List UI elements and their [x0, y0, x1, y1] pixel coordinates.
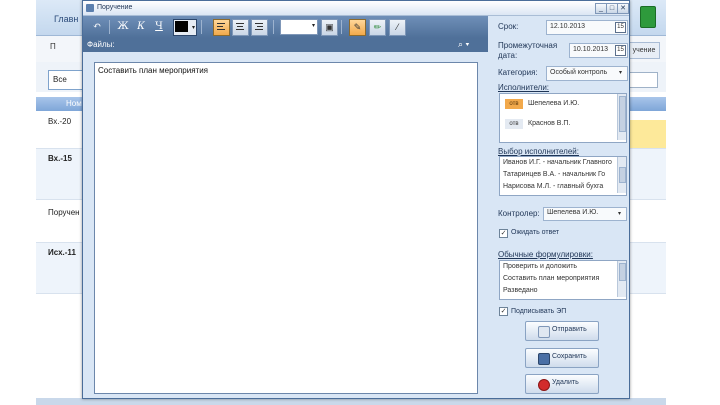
executors-label: Исполнители: — [498, 83, 550, 92]
scrollbar[interactable] — [617, 261, 626, 297]
list-item[interactable]: Шепелева И.Ю. — [528, 100, 579, 107]
deadline-label: Срок: — [498, 22, 519, 31]
save-button[interactable]: Сохранить — [525, 348, 599, 368]
delete-button[interactable]: Удалить — [525, 374, 599, 394]
scrollbar[interactable] — [617, 157, 626, 193]
deadline-date-field[interactable]: 12.10.2013 15 — [546, 20, 628, 35]
pick-executors-label: Выбор исполнителей: — [498, 147, 579, 156]
interim-date-field[interactable]: 10.10.2013 15 — [569, 43, 628, 58]
italic-button[interactable]: К — [133, 19, 149, 34]
phrases-label: Обычные формулировки: — [498, 250, 593, 259]
chevron-down-icon: ▾ — [618, 211, 622, 217]
list-item[interactable]: Составить план мероприятия — [503, 275, 599, 282]
responsible-tag[interactable]: отв — [505, 119, 523, 129]
files-bar: Файлы: ⌕ ▾ — [83, 38, 488, 52]
app-toolbar-button[interactable]: П — [50, 42, 56, 51]
chevron-down-icon: ▾ — [311, 23, 315, 29]
chevron-down-icon: ▾ — [619, 70, 623, 76]
list-item[interactable]: Нарисова М.Л. - главный бухга — [503, 183, 603, 190]
dialog-titlebar: Поручение _ □ ✕ — [83, 1, 629, 16]
format-toolbar: ↶ Ж К Ч ▾ ▾ ▣ ✎ ✏ ⁄ — [83, 16, 488, 38]
align-center-button[interactable] — [232, 19, 249, 36]
calendar-icon[interactable]: 15 — [615, 45, 626, 56]
files-label: Файлы: — [87, 40, 115, 49]
color-swatch — [175, 21, 188, 32]
paperclip-icon[interactable]: ⌕ ▾ — [458, 39, 469, 50]
eraser-icon[interactable]: ✎ — [349, 19, 366, 36]
controller-select[interactable]: Шепелева И.Ю. ▾ — [543, 207, 627, 221]
calendar-icon[interactable]: 15 — [615, 22, 626, 33]
row-highlight — [628, 120, 666, 148]
toolbar-separator — [341, 20, 342, 34]
phrases-list[interactable]: Проверить и доложить Составить план меро… — [499, 260, 627, 300]
scrollbar[interactable] — [617, 94, 626, 140]
app-title: Главн — [54, 14, 79, 24]
floppy-icon — [538, 353, 550, 365]
assignment-dialog: Поручение _ □ ✕ ↶ Ж К Ч ▾ ▾ ▣ ✎ ✏ ⁄ Файл… — [82, 0, 630, 399]
sign-checkbox[interactable]: ✓ — [499, 307, 508, 316]
deadline-date-value: 12.10.2013 — [550, 23, 586, 30]
align-left-button[interactable] — [213, 19, 230, 36]
app-icon — [86, 4, 94, 12]
eyedropper-icon[interactable]: ⁄ — [389, 19, 406, 36]
send-button[interactable]: Отправить — [525, 321, 599, 341]
category-value: Особый контроль — [550, 69, 608, 76]
interim-date-value: 10.10.2013 — [573, 46, 609, 53]
toolbar-separator — [109, 20, 110, 34]
bold-button[interactable]: Ж — [115, 19, 131, 34]
list-item[interactable]: Проверить и доложить — [503, 263, 577, 270]
category-select[interactable]: Особый контроль ▾ — [546, 66, 628, 81]
font-size-combo[interactable]: ▾ — [280, 19, 318, 35]
exit-icon[interactable] — [640, 6, 656, 28]
controller-value: Шепелева И.Ю. — [547, 209, 599, 216]
list-item[interactable]: Краснов В.П. — [528, 120, 570, 127]
await-answer-checkbox[interactable]: ✓ — [499, 229, 508, 238]
underline-button[interactable]: Ч — [151, 19, 167, 34]
toolbar-separator — [273, 20, 274, 34]
editor-text: Составить план мероприятия — [98, 66, 209, 75]
list-item[interactable]: Иванов И.Г. - начальник Главного — [503, 159, 612, 166]
assignment-text-editor[interactable]: Составить план мероприятия — [94, 62, 478, 394]
toolbar-separator — [201, 20, 202, 34]
search-input[interactable] — [628, 72, 658, 88]
dialog-title: Поручение — [97, 4, 133, 11]
controller-label: Контролер: — [498, 209, 540, 218]
close-button[interactable]: ✕ — [617, 3, 629, 14]
await-answer-label: Ожидать ответ — [511, 229, 560, 236]
interim-date-label: Промежуточная — [498, 41, 558, 50]
pencil-icon[interactable]: ✏ — [369, 19, 386, 36]
executors-list[interactable]: отв Шепелева И.Ю. отв Краснов В.П. — [499, 93, 627, 143]
grid-header-number: Ном — [66, 99, 82, 108]
chevron-down-icon: ▾ — [191, 25, 195, 31]
status-bar — [36, 398, 666, 405]
list-item[interactable]: Татаринцев В.А. - начальник Го — [503, 171, 605, 178]
app-toolbar-button-right[interactable]: учение — [628, 42, 660, 59]
tab-all[interactable]: Все — [48, 70, 84, 90]
pick-executors-list[interactable]: Иванов И.Г. - начальник Главного Татарин… — [499, 156, 627, 196]
interim-date-label-2: дата: — [498, 51, 518, 60]
sign-label: Подписывать ЭП — [511, 308, 567, 315]
text-color-picker[interactable]: ▾ — [173, 19, 197, 36]
list-item[interactable]: Разведано — [503, 287, 538, 294]
send-icon — [538, 326, 550, 338]
align-right-button[interactable] — [251, 19, 268, 36]
delete-icon — [538, 379, 550, 391]
category-label: Категория: — [498, 68, 538, 77]
responsible-tag[interactable]: отв — [505, 99, 523, 109]
undo-icon[interactable]: ↶ — [89, 19, 105, 34]
insert-image-icon[interactable]: ▣ — [321, 19, 338, 36]
